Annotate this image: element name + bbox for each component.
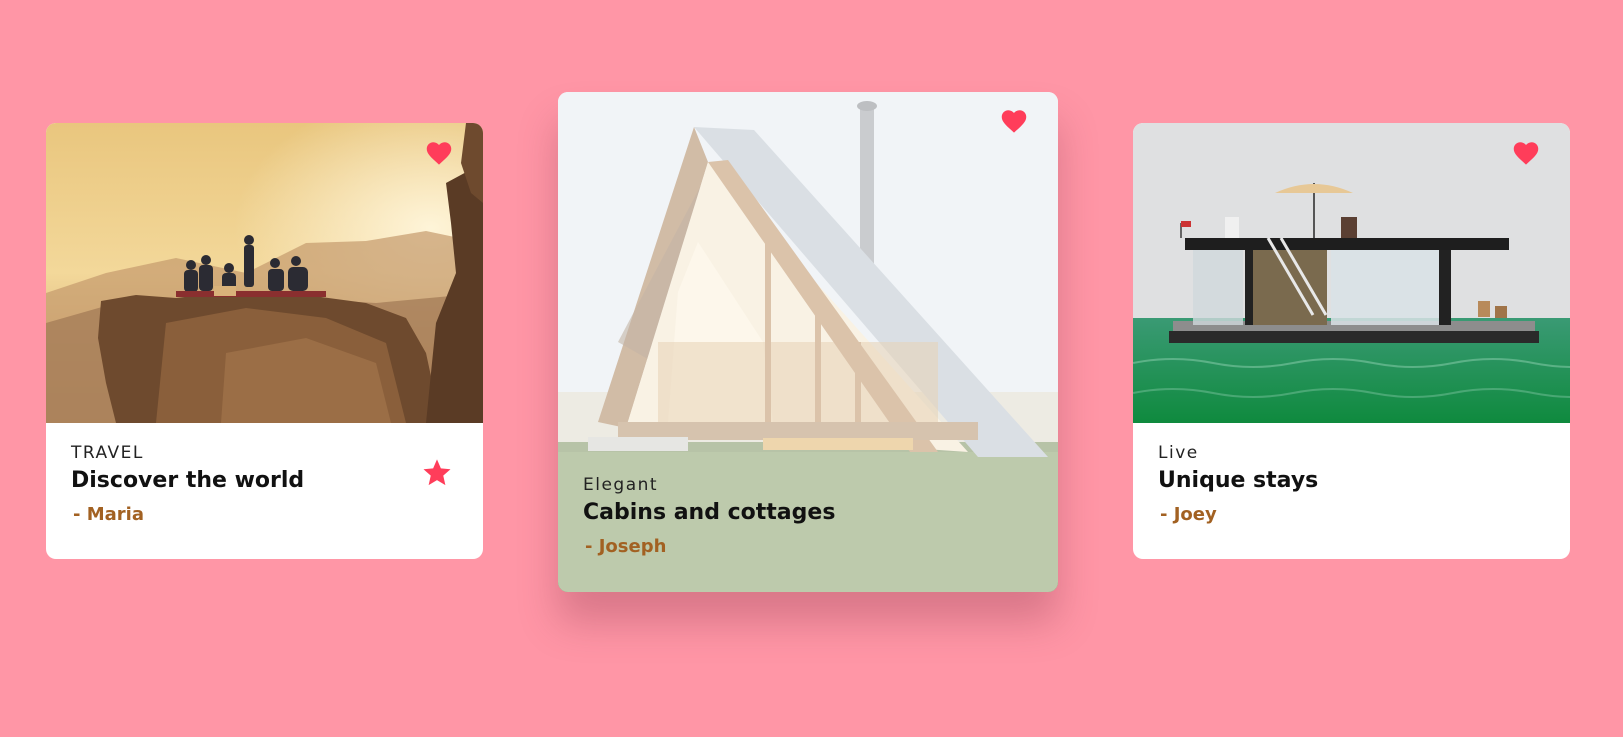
favorite-heart-icon[interactable] [425,140,453,166]
card-author[interactable]: - Joey [1160,502,1318,528]
star-icon[interactable] [422,458,452,487]
card-category: Live [1158,443,1199,463]
card-cabins-and-cottages[interactable]: Elegant Cabins and cottages - Joseph [558,92,1058,592]
houseboat-photo [1133,123,1570,423]
card-unique-stays[interactable]: Live Unique stays - Joey [1133,123,1570,559]
favorite-heart-icon[interactable] [1000,108,1028,134]
card-info: Live Unique stays - Joey [1158,442,1318,528]
card-title[interactable]: Cabins and cottages [583,498,835,528]
card-category: TRAVEL [71,443,144,463]
card-title[interactable]: Unique stays [1158,466,1318,496]
card-author[interactable]: - Maria [73,502,304,528]
card-info: TRAVEL Discover the world - Maria [71,442,304,528]
card-category: Elegant [583,475,659,495]
cliff-sunset-photo [46,123,483,423]
card-discover-the-world[interactable]: TRAVEL Discover the world - Maria [46,123,483,559]
favorite-heart-icon[interactable] [1512,140,1540,166]
card-info: Elegant Cabins and cottages - Joseph [583,474,835,560]
card-author[interactable]: - Joseph [585,534,835,560]
card-title[interactable]: Discover the world [71,466,304,496]
